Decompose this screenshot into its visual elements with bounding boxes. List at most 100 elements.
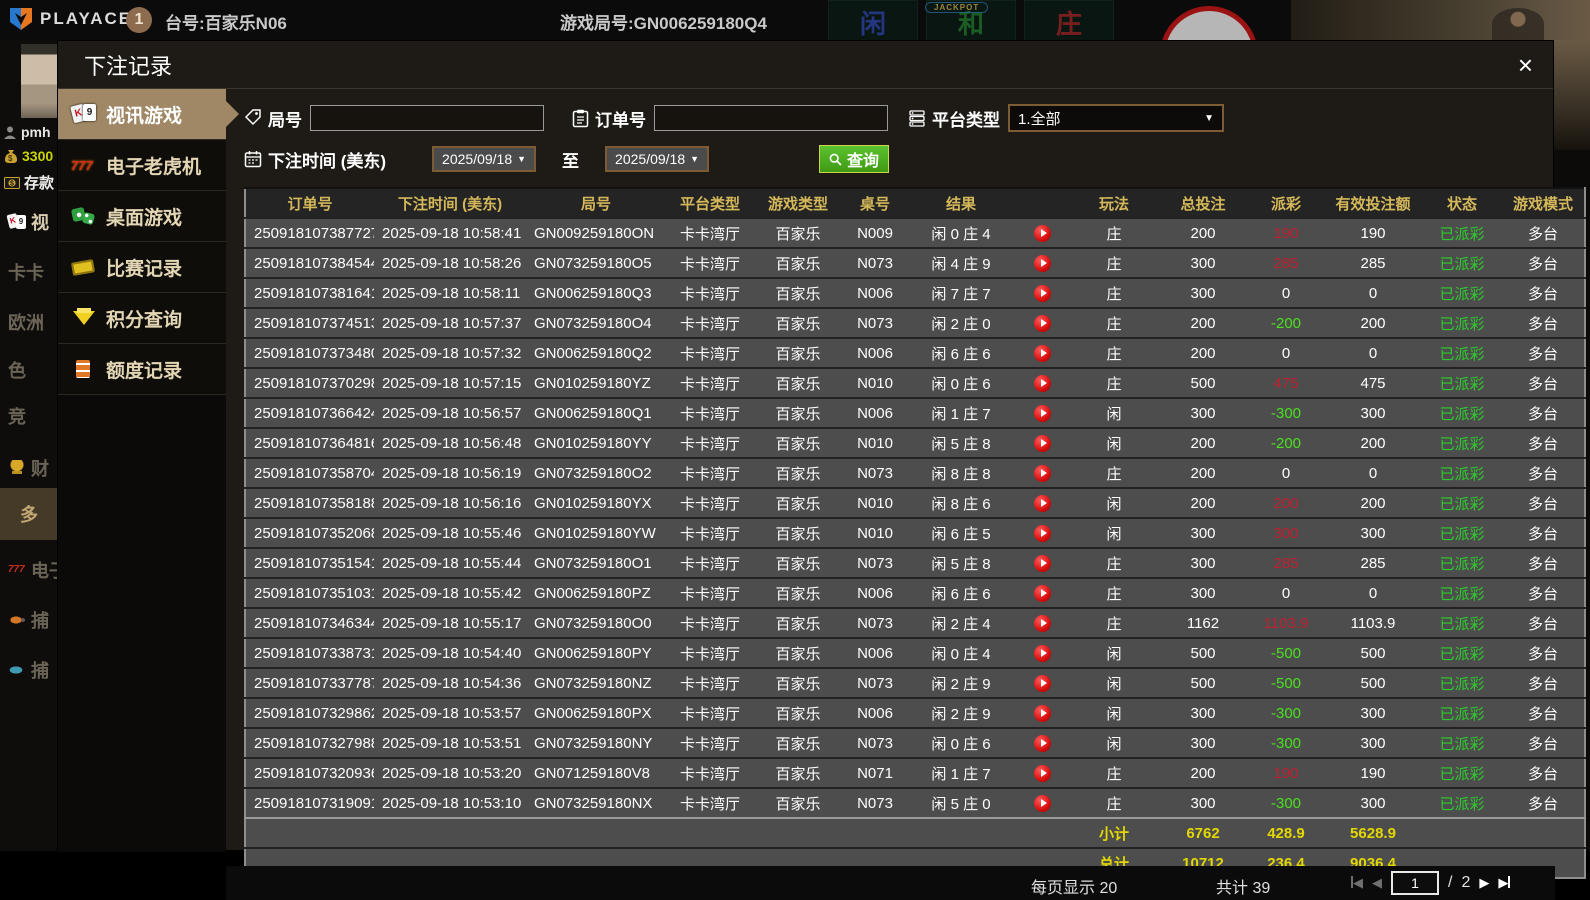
cell-payout: -500 [1248, 638, 1324, 668]
cell-order: 250918107329862 [245, 698, 374, 728]
cell-order: 250918107374513 [245, 308, 374, 338]
replay-play-button[interactable] [1034, 675, 1051, 692]
cell-payout: 475 [1248, 368, 1324, 398]
table-row: 2509181073745132025-09-18 10:57:37GN0732… [245, 308, 1585, 338]
last-page-button[interactable]: ▶ [1498, 875, 1510, 891]
cell-hall: 卡卡湾厅 [666, 758, 754, 788]
replay-play-button[interactable] [1034, 735, 1051, 752]
cell-side: 庄 [1070, 758, 1158, 788]
table-name-label: 台号:百家乐N06 [165, 9, 287, 34]
tab-live-games[interactable]: 视讯游戏 [58, 89, 226, 140]
summary-valid: 5628.9 [1324, 818, 1422, 848]
replay-play-button[interactable] [1034, 345, 1051, 362]
cell-side: 闲 [1070, 398, 1158, 428]
replay-play-button[interactable] [1034, 465, 1051, 482]
replay-play-button[interactable] [1034, 615, 1051, 632]
cell-valid: 500 [1324, 668, 1422, 698]
tab-table-games[interactable]: 桌面游戏 [58, 191, 226, 242]
replay-play-button[interactable] [1034, 435, 1051, 452]
cell-time: 2025-09-18 10:53:51 [374, 728, 526, 758]
replay-play-button[interactable] [1034, 795, 1051, 812]
cell-game: 百家乐 [754, 548, 842, 578]
cell-side: 庄 [1070, 338, 1158, 368]
cell-status: 已派彩 [1422, 488, 1502, 518]
cell-play [1014, 638, 1070, 668]
cell-payout: -200 [1248, 428, 1324, 458]
tab-quota-records[interactable]: 额度记录 [58, 344, 226, 395]
slot-777-icon [71, 154, 97, 176]
summary-stake: 6762 [1158, 818, 1248, 848]
tab-points-query[interactable]: 积分查询 [58, 293, 226, 344]
replay-play-button[interactable] [1034, 495, 1051, 512]
replay-play-button[interactable] [1034, 375, 1051, 392]
cell-status: 已派彩 [1422, 248, 1502, 278]
cards-icon [71, 103, 97, 125]
cell-time: 2025-09-18 10:57:15 [374, 368, 526, 398]
cell-table: N006 [842, 398, 908, 428]
cell-table: N006 [842, 578, 908, 608]
tab-label: 电子老虎机 [106, 152, 201, 179]
cell-valid: 0 [1324, 338, 1422, 368]
close-icon[interactable]: × [1518, 52, 1533, 78]
replay-play-button[interactable] [1034, 585, 1051, 602]
replay-play-button[interactable] [1034, 645, 1051, 662]
cell-status: 已派彩 [1422, 368, 1502, 398]
order-number-input[interactable] [654, 105, 888, 131]
round-filter-label: 局号 [268, 106, 302, 131]
platform-type-select[interactable]: 1.全部 ▼ [1008, 104, 1224, 132]
bg-menu-item: 视 [8, 202, 49, 242]
cell-time: 2025-09-18 10:58:41 [374, 218, 526, 248]
table-row: 2509181073377872025-09-18 10:54:36GN0732… [245, 668, 1585, 698]
replay-play-button[interactable] [1034, 525, 1051, 542]
date-from-select[interactable]: 2025/09/18 ▼ [432, 146, 536, 172]
cell-hall: 卡卡湾厅 [666, 398, 754, 428]
summary-label: 小计 [1070, 818, 1158, 848]
bet-time-filter-label: 下注时间 (美东) [268, 147, 386, 172]
cell-round: GN071259180V8 [526, 758, 666, 788]
cell-mode: 多台 [1502, 278, 1585, 308]
replay-play-button[interactable] [1034, 225, 1051, 242]
replay-play-button[interactable] [1034, 285, 1051, 302]
prev-page-button[interactable]: ◀ [1372, 875, 1382, 891]
replay-play-button[interactable] [1034, 255, 1051, 272]
cell-time: 2025-09-18 10:56:16 [374, 488, 526, 518]
cell-play [1014, 308, 1070, 338]
replay-play-button[interactable] [1034, 765, 1051, 782]
first-page-button[interactable]: ◀ [1351, 875, 1363, 891]
cell-valid: 0 [1324, 458, 1422, 488]
bg-menu-item: 捕 [8, 600, 49, 640]
cell-round: GN010259180YX [526, 488, 666, 518]
cell-order: 250918107384544 [245, 248, 374, 278]
cell-mode: 多台 [1502, 698, 1585, 728]
date-to-select[interactable]: 2025/09/18 ▼ [605, 146, 709, 172]
cell-side: 庄 [1070, 218, 1158, 248]
brand-logo[interactable]: PLAYACE [8, 6, 132, 32]
search-button[interactable]: 查询 [819, 145, 889, 173]
tab-slots[interactable]: 电子老虎机 [58, 140, 226, 191]
tab-match-records[interactable]: 比赛记录 [58, 242, 226, 293]
cell-round: GN073259180NX [526, 788, 666, 818]
cell-hall: 卡卡湾厅 [666, 788, 754, 818]
betting-records-table: 订单号下注时间 (美东)局号平台类型游戏类型桌号结果玩法总投注派彩有效投注额状态… [244, 187, 1586, 879]
cell-valid: 200 [1324, 488, 1422, 518]
cell-order: 250918107358704 [245, 458, 374, 488]
replay-play-button[interactable] [1034, 405, 1051, 422]
cell-payout: 190 [1248, 218, 1324, 248]
bg-menu-item: 色 [8, 350, 26, 390]
per-page-label: 每页显示 20 [1031, 874, 1117, 898]
replay-play-button[interactable] [1034, 705, 1051, 722]
cell-play [1014, 578, 1070, 608]
cell-stake: 500 [1158, 638, 1248, 668]
tab-label: 积分查询 [106, 305, 182, 332]
round-number-input[interactable] [310, 105, 544, 131]
cell-side: 庄 [1070, 788, 1158, 818]
replay-play-button[interactable] [1034, 315, 1051, 332]
page-number-input[interactable]: 1 [1391, 871, 1439, 895]
cell-result: 闲 2 庄 4 [908, 608, 1014, 638]
cell-table: N006 [842, 278, 908, 308]
cell-mode: 多台 [1502, 248, 1585, 278]
user-icon [4, 126, 17, 139]
next-page-button[interactable]: ▶ [1479, 875, 1489, 891]
replay-play-button[interactable] [1034, 555, 1051, 572]
cell-valid: 500 [1324, 638, 1422, 668]
